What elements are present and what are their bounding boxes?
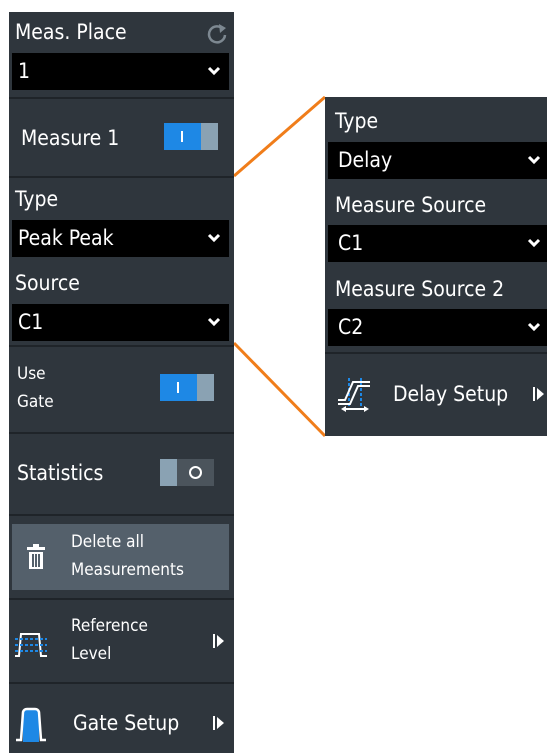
connector-line-bottom (232, 341, 327, 438)
reference-level-label-line1: Reference (71, 616, 148, 636)
chevron-down-icon (527, 155, 541, 165)
submenu-arrow-icon (217, 635, 224, 647)
submenu-arrow-bar (213, 716, 215, 730)
delete-all-label-line2: Measurements (71, 560, 184, 580)
toggle-knob (197, 374, 214, 401)
submenu-arrow-bar (533, 387, 535, 401)
divider (9, 432, 234, 434)
source-label: Source (15, 271, 80, 295)
toggle-knob (160, 459, 177, 486)
delete-all-label-line1: Delete all (71, 532, 144, 552)
measure-source-2-value: C2 (338, 315, 364, 339)
divider (9, 345, 234, 347)
gate-setup-label: Gate Setup (73, 711, 180, 735)
source-dropdown[interactable]: C1 (12, 304, 229, 341)
gate-setup-button[interactable]: Gate Setup (9, 684, 234, 753)
delete-all-measurements-button[interactable]: Delete all Measurements (12, 524, 229, 590)
chevron-down-icon (207, 233, 221, 243)
source-value: C1 (18, 310, 44, 334)
submenu-arrow-bar (213, 634, 215, 648)
delay-setup-button[interactable]: Delay Setup (325, 354, 547, 436)
divider (9, 514, 234, 516)
use-gate-label-line2: Gate (17, 392, 54, 412)
divider (9, 176, 234, 178)
toggle-on-track (160, 374, 197, 401)
chevron-down-icon (207, 317, 221, 327)
meas-place-dropdown[interactable]: 1 (12, 53, 229, 90)
submenu-arrow-icon (537, 388, 544, 400)
delay-type-label: Type (335, 109, 379, 133)
measurement-panel: Meas. Place 1 Measure 1 Type Peak Peak S… (9, 12, 234, 753)
measure-source-2-dropdown[interactable]: C2 (328, 309, 547, 346)
toggle-on-track (164, 123, 201, 150)
meas-place-label: Meas. Place (15, 20, 127, 44)
type-value: Peak Peak (18, 226, 114, 250)
measure-1-toggle[interactable] (164, 123, 218, 150)
chevron-down-icon (207, 66, 221, 76)
refresh-icon[interactable] (206, 22, 228, 44)
reference-level-button[interactable]: Reference Level (9, 600, 234, 682)
use-gate-toggle[interactable] (160, 374, 214, 401)
chevron-down-icon (527, 238, 541, 248)
measure-1-label: Measure 1 (21, 126, 120, 150)
reference-level-label-line2: Level (71, 644, 112, 664)
statistics-toggle[interactable] (160, 459, 214, 486)
delay-measurement-panel: Type Delay Measure Source C1 Measure Sou… (325, 97, 547, 436)
reference-level-icon (15, 633, 47, 657)
use-gate-label-line1: Use (17, 364, 46, 384)
toggle-off-track (177, 459, 214, 486)
divider (9, 97, 234, 99)
delay-type-dropdown[interactable]: Delay (328, 142, 547, 179)
statistics-label: Statistics (17, 461, 104, 485)
delay-type-value: Delay (338, 148, 393, 172)
measure-source-value: C1 (338, 231, 364, 255)
type-label: Type (15, 187, 59, 211)
submenu-arrow-icon (217, 717, 224, 729)
gate-pulse-icon (16, 707, 46, 742)
connector-line-top (233, 95, 326, 178)
measure-source-label: Measure Source (335, 193, 487, 217)
trash-icon (27, 544, 45, 569)
measure-source-dropdown[interactable]: C1 (328, 225, 547, 262)
chevron-down-icon (527, 322, 541, 332)
measure-source-2-label: Measure Source 2 (335, 277, 505, 301)
type-dropdown[interactable]: Peak Peak (12, 220, 229, 257)
toggle-knob (201, 123, 218, 150)
delay-setup-label: Delay Setup (393, 382, 509, 406)
delay-icon (338, 378, 370, 412)
meas-place-value: 1 (18, 59, 31, 83)
